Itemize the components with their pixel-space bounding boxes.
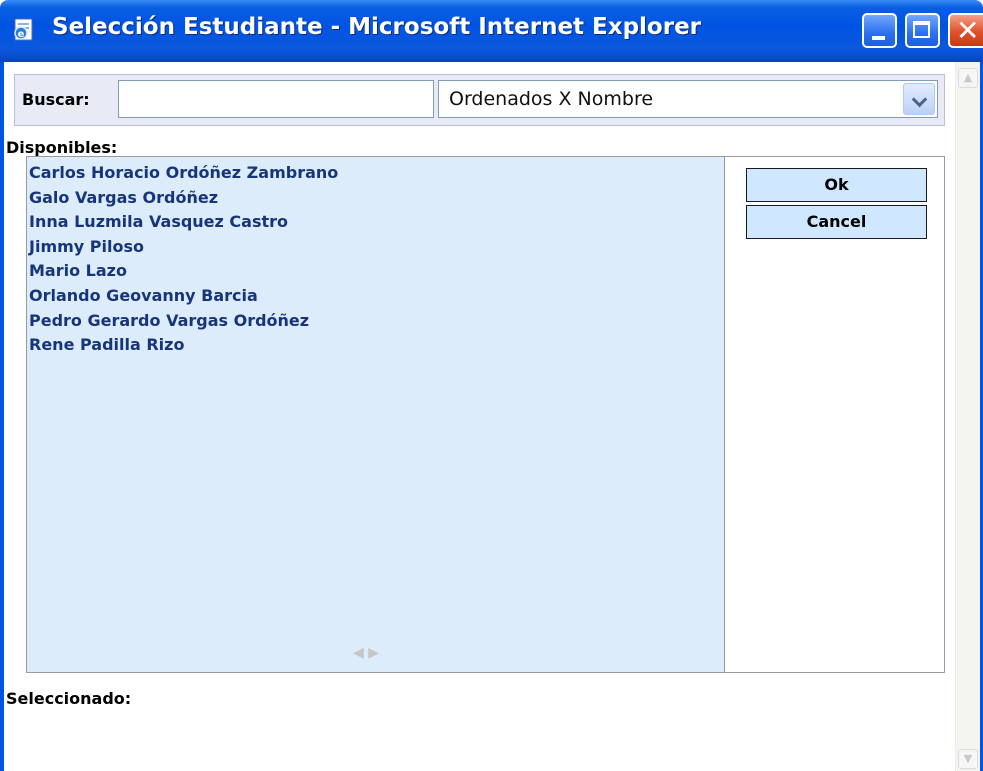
window-title: Selección Estudiante - Microsoft Interne… <box>52 14 702 40</box>
available-label: Disponibles: <box>6 138 118 157</box>
title-bar[interactable]: e Selección Estudiante - Microsoft Inter… <box>0 0 983 62</box>
ie-page-icon: e <box>14 18 33 41</box>
scroll-down-icon[interactable]: ▼ <box>958 749 978 769</box>
list-item[interactable]: Mario Lazo <box>29 259 724 284</box>
list-item[interactable]: Carlos Horacio Ordóñez Zambrano <box>29 161 724 186</box>
selected-label: Seleccionado: <box>6 689 132 708</box>
list-item[interactable]: Rene Padilla Rizo <box>29 333 724 358</box>
list-item[interactable]: Galo Vargas Ordóñez <box>29 186 724 211</box>
available-list[interactable]: Carlos Horacio Ordóñez Zambrano Galo Var… <box>27 157 725 672</box>
selected-area[interactable] <box>6 714 946 764</box>
maximize-icon[interactable] <box>905 13 940 48</box>
order-select[interactable]: Ordenados X Nombre <box>438 80 938 118</box>
vertical-scrollbar[interactable]: ▲ ▼ <box>955 62 980 771</box>
svg-text:e: e <box>18 29 25 40</box>
ok-button[interactable]: Ok <box>746 168 927 202</box>
search-input[interactable] <box>118 80 434 118</box>
window-frame-left <box>0 62 4 771</box>
scroll-up-icon[interactable]: ▲ <box>958 68 978 88</box>
order-select-value: Ordenados X Nombre <box>449 88 654 110</box>
list-item[interactable]: Pedro Gerardo Vargas Ordóñez <box>29 309 724 334</box>
cancel-button[interactable]: Cancel <box>746 205 927 239</box>
minimize-icon[interactable] <box>862 13 897 48</box>
list-item[interactable]: Orlando Geovanny Barcia <box>29 284 724 309</box>
chevron-down-icon[interactable] <box>903 83 935 115</box>
horizontal-scroll-arrows-icon[interactable]: ◀ ▶ <box>353 645 379 661</box>
search-label: Buscar: <box>22 90 90 109</box>
close-icon[interactable]: ✕ <box>948 13 983 48</box>
list-item[interactable]: Jimmy Piloso <box>29 235 724 260</box>
list-item[interactable]: Inna Luzmila Vasquez Castro <box>29 210 724 235</box>
